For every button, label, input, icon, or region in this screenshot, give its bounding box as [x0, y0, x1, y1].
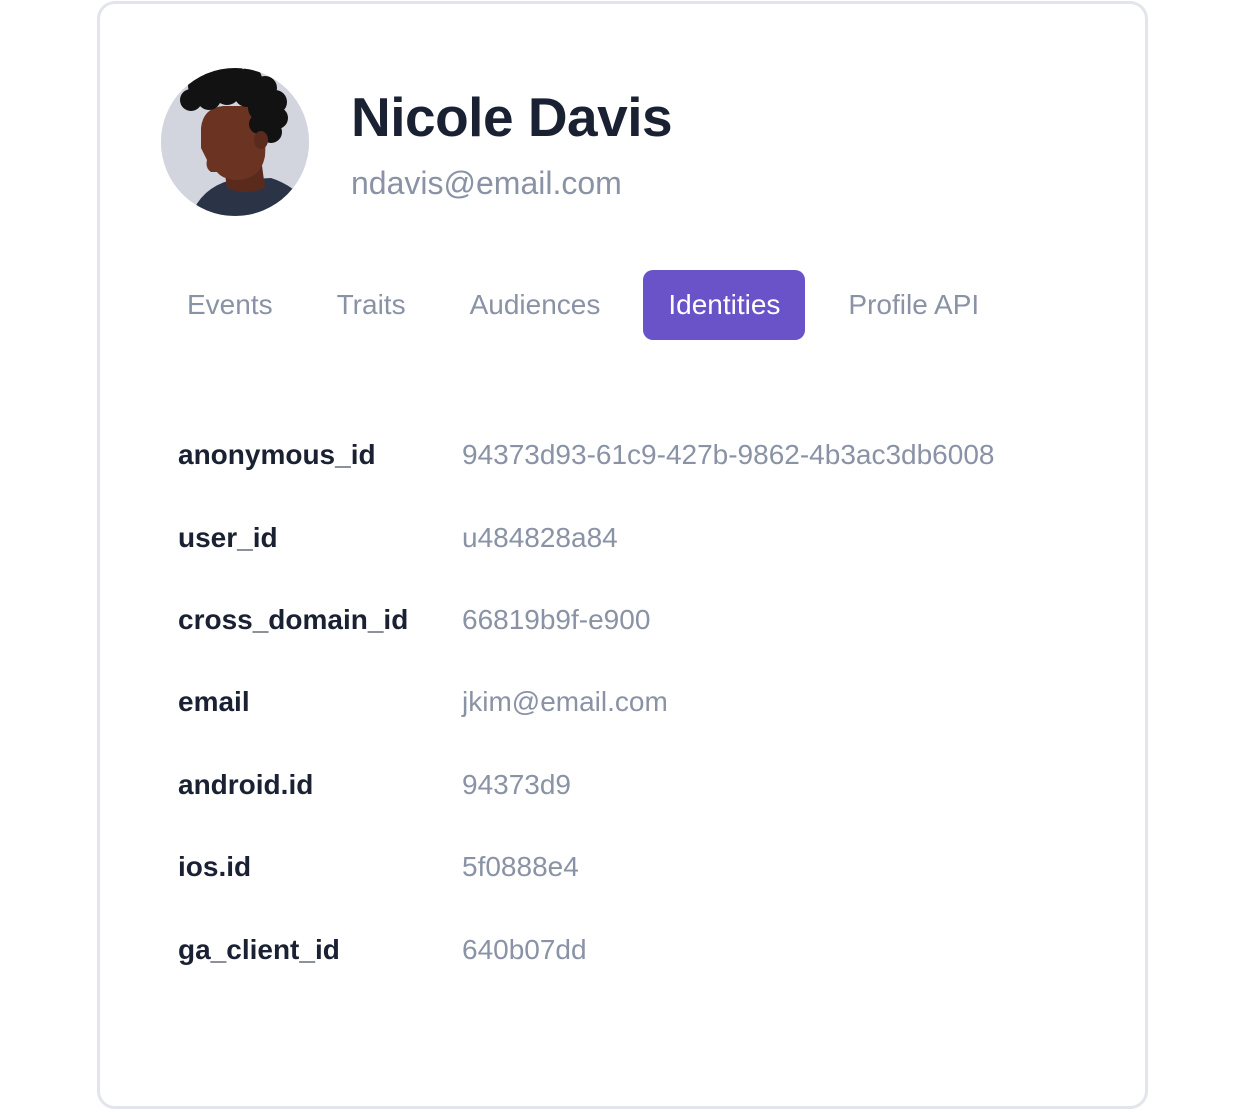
identity-value: jkim@email.com — [462, 686, 668, 718]
identity-value: 94373d9 — [462, 768, 572, 800]
avatar — [161, 68, 309, 216]
identity-value: 66819b9f-e900 — [462, 603, 651, 635]
tab-profile-api[interactable]: Profile API — [827, 270, 1000, 340]
profile-tabs: Events Traits Audiences Identities Profi… — [166, 270, 1000, 340]
profile-name: Nicole Davis — [351, 86, 673, 148]
tab-audiences[interactable]: Audiences — [449, 270, 622, 340]
identity-key: user_id — [178, 521, 278, 553]
identity-key: anonymous_id — [178, 439, 376, 471]
identity-key: cross_domain_id — [178, 603, 409, 635]
person-avatar-icon — [161, 68, 309, 216]
identity-key: email — [178, 686, 250, 718]
tab-traits[interactable]: Traits — [316, 270, 427, 340]
identity-value: 640b07dd — [462, 933, 587, 965]
profile-email: ndavis@email.com — [351, 165, 622, 201]
identity-key: ios.id — [178, 851, 252, 883]
identity-value: 5f0888e4 — [462, 851, 579, 883]
tab-identities[interactable]: Identities — [643, 270, 806, 340]
identity-value: 94373d93-61c9-427b-9862-4b3ac3db6008 — [462, 439, 995, 471]
identity-key: android.id — [178, 768, 314, 800]
tab-events[interactable]: Events — [166, 270, 294, 340]
identity-value: u484828a84 — [462, 521, 618, 553]
identity-key: ga_client_id — [178, 933, 340, 965]
